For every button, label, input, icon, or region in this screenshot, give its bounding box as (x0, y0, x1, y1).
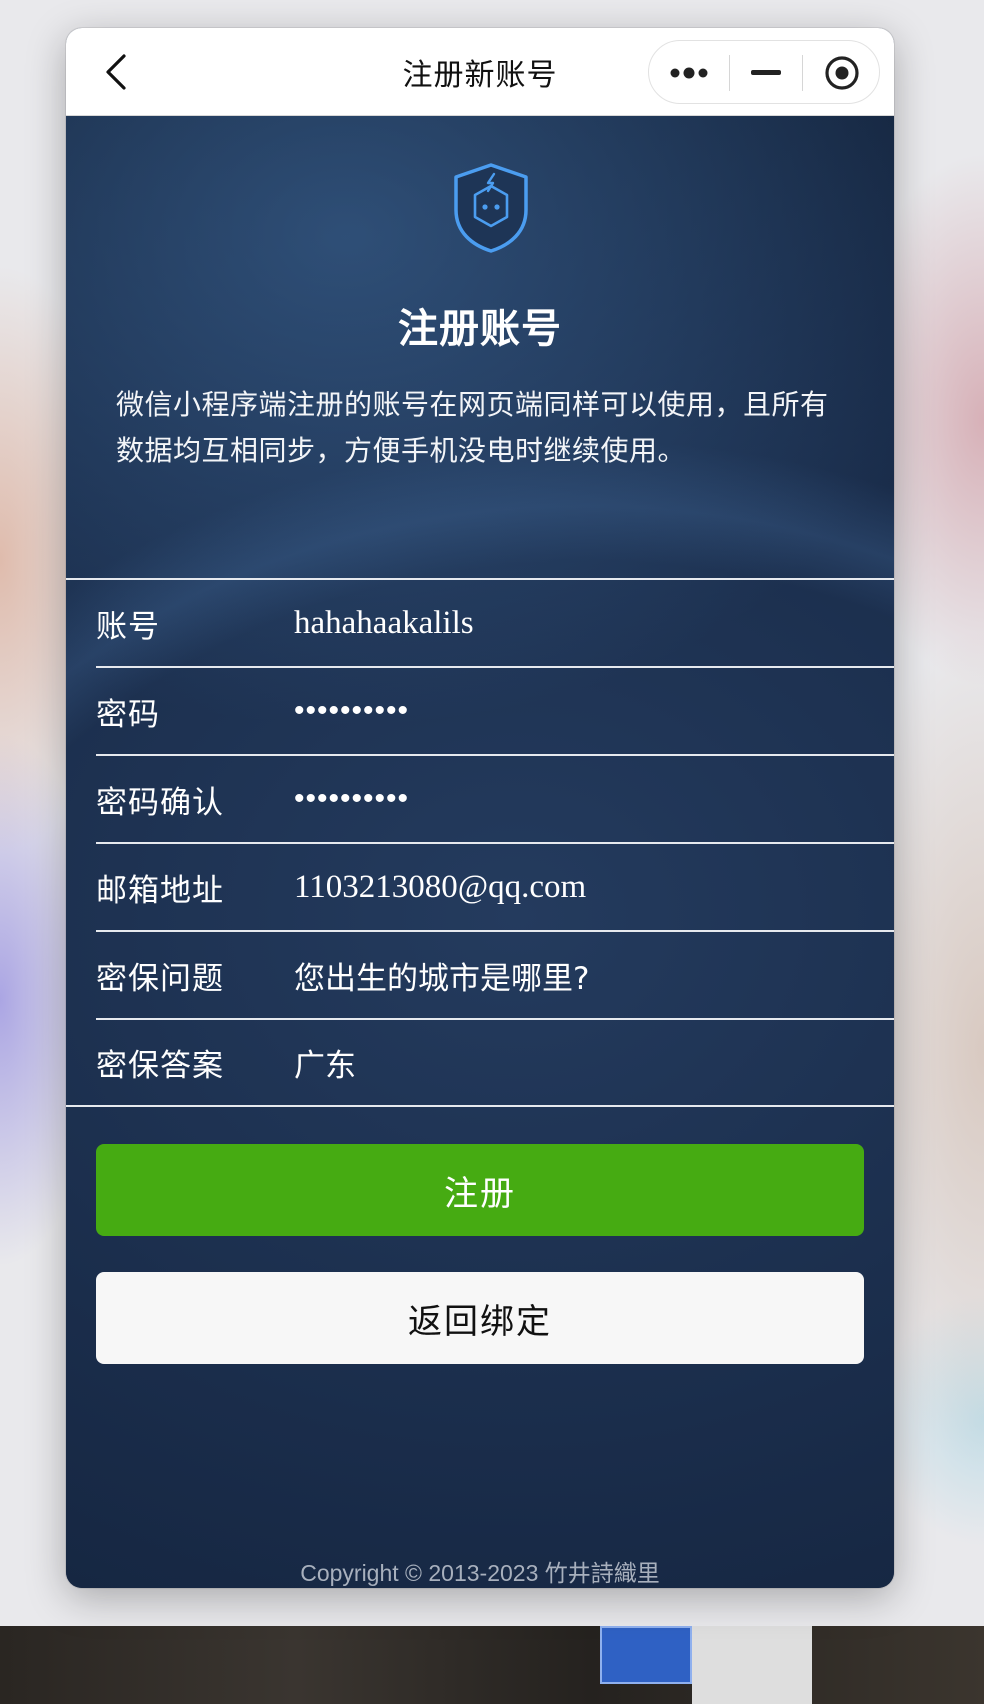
email-row: 邮箱地址 1103213080@qq.com (96, 844, 894, 932)
email-label: 邮箱地址 (96, 872, 224, 909)
more-button[interactable] (649, 41, 729, 105)
back-to-bind-button[interactable]: 返回绑定 (96, 1272, 864, 1364)
password-row: 密码 •••••••••• (96, 668, 894, 756)
minimize-icon (751, 70, 781, 75)
register-page: 注册账号 微信小程序端注册的账号在网页端同样可以使用，且所有数据均互相同步，方便… (66, 116, 894, 1588)
security-answer-input[interactable]: 广东 (294, 1040, 894, 1085)
password-confirm-row: 密码确认 •••••••••• (96, 756, 894, 844)
register-button[interactable]: 注册 (96, 1144, 864, 1236)
register-form: 账号 hahahaakalils 密码 •••••••••• 密码确认 ••••… (66, 578, 894, 1107)
copyright-text: Copyright © 2013-2023 竹井詩織里 (300, 1560, 660, 1586)
security-question-label: 密保问题 (96, 960, 224, 997)
form-heading: 注册账号 (398, 306, 562, 352)
password-confirm-input[interactable]: •••••••••• (294, 782, 894, 816)
intro-text: 微信小程序端注册的账号在网页端同样可以使用，且所有数据均互相同步，方便手机没电时… (116, 388, 829, 467)
minimize-button[interactable] (730, 41, 802, 105)
account-label: 账号 (96, 608, 160, 645)
security-answer-row: 密保答案 广东 (96, 1020, 894, 1105)
sign-pole (692, 1626, 812, 1704)
account-row: 账号 hahahaakalils (96, 580, 894, 668)
navigation-bar: 注册新账号 (66, 28, 894, 116)
password-confirm-label: 密码确认 (96, 784, 224, 821)
password-input[interactable]: •••••••••• (294, 694, 894, 728)
close-button[interactable] (803, 41, 881, 105)
password-label: 密码 (96, 696, 160, 733)
shield-robot-icon (454, 163, 528, 253)
road-sign (600, 1626, 692, 1684)
email-input[interactable]: 1103213080@qq.com (294, 869, 894, 906)
security-question-row: 密保问题 您出生的城市是哪里? (96, 932, 894, 1020)
background-photo-strip (0, 1626, 984, 1704)
capsule-menu (648, 40, 880, 104)
more-dots-icon (670, 67, 708, 79)
account-input[interactable]: hahahaakalils (294, 605, 894, 642)
mini-program-window: 注册新账号 注册账号 微信小程序端注册的账号在网页端同样可以使用，且所有数据均互… (66, 28, 894, 1588)
record-circle-icon (825, 56, 859, 90)
security-answer-label: 密保答案 (96, 1048, 224, 1084)
security-question-select[interactable]: 您出生的城市是哪里? (294, 953, 894, 998)
